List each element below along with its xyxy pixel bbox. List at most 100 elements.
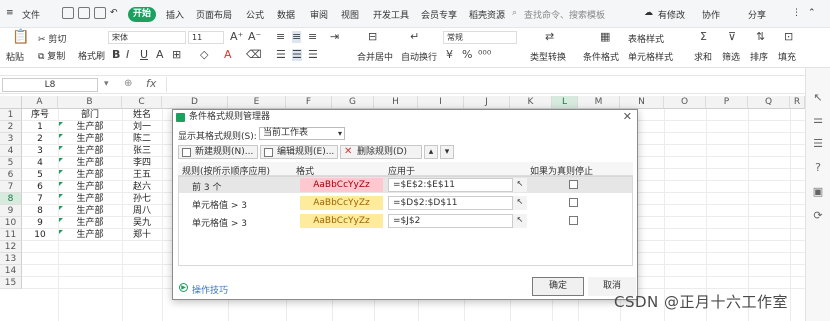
cell-seq[interactable]: 5 [22, 169, 58, 181]
tab-docer[interactable]: 稻壳资源 [469, 8, 505, 21]
row-header[interactable]: 15 [0, 277, 22, 289]
cell-seq[interactable]: 10 [22, 229, 58, 241]
clear-format-icon[interactable]: ⌫ [246, 49, 262, 61]
column-header[interactable]: F [286, 96, 332, 109]
cell-name[interactable]: 周八 [122, 205, 162, 217]
indent-icon[interactable]: ⇥ [330, 31, 339, 43]
format-painter-button[interactable]: 格式刷 [78, 49, 105, 62]
tab-data[interactable]: 数据 [277, 8, 295, 21]
name-box[interactable]: L8 [2, 78, 98, 92]
column-header[interactable]: I [418, 96, 464, 109]
column-header[interactable]: M [578, 96, 620, 109]
row-header[interactable]: 4 [0, 145, 22, 157]
type-convert-button[interactable]: 类型转换 [530, 50, 566, 63]
column-header[interactable]: R [790, 96, 805, 109]
column-header[interactable]: D [162, 96, 228, 109]
row-header[interactable]: 1 [0, 109, 22, 121]
formula-input[interactable] [166, 77, 801, 92]
cell-dept[interactable]: 生产部 [58, 157, 122, 169]
number-format-select[interactable]: 常规 [443, 31, 517, 44]
cell-header-c[interactable]: 姓名 [122, 109, 162, 121]
show-rules-select[interactable]: 当前工作表 ▾ [259, 127, 345, 140]
tab-page-layout[interactable]: 页面布局 [196, 8, 232, 21]
align-top-icon[interactable]: ≡ [276, 31, 285, 43]
undo-icon[interactable]: ↶ [110, 8, 118, 18]
row-header[interactable]: 9 [0, 205, 22, 217]
close-icon[interactable]: ✕ [623, 110, 632, 124]
applies-to-input[interactable]: =$D$2:$D$11 [388, 196, 527, 210]
move-down-button[interactable]: ▾ [440, 145, 454, 159]
tab-developer[interactable]: 开发工具 [373, 8, 409, 21]
table-style-button[interactable]: 表格样式 [628, 32, 664, 45]
ok-button[interactable]: 确定 [532, 277, 584, 296]
cell-seq[interactable]: 2 [22, 133, 58, 145]
edit-rule-button[interactable]: 编辑规则(E)... [260, 145, 338, 159]
row-header[interactable]: 8 [0, 193, 22, 205]
tab-review[interactable]: 审阅 [310, 8, 328, 21]
range-select-button[interactable]: ↖ [512, 178, 527, 192]
rule-row[interactable]: 前 3 个 AaBbCcYyZz =$E$2:$E$11 ↖ [178, 177, 633, 193]
share-button[interactable]: 分享 [748, 8, 766, 21]
column-header[interactable]: N [620, 96, 664, 109]
fx-icon[interactable]: fx [146, 77, 156, 90]
wrap-text-button[interactable]: 自动换行 [401, 50, 437, 63]
font-grow-icon[interactable]: A⁺ [230, 31, 243, 43]
fill-icon[interactable]: ⊡ [784, 31, 793, 43]
cell-dept[interactable]: 生产部 [58, 229, 122, 241]
applies-to-input[interactable]: =$J$2 [388, 214, 527, 228]
border-icon[interactable]: ⊞ [172, 49, 181, 61]
cell-dept[interactable]: 生产部 [58, 169, 122, 181]
row-header[interactable]: 12 [0, 241, 22, 253]
cell-style-button[interactable]: 单元格样式 [628, 50, 673, 63]
column-header[interactable]: K [510, 96, 552, 109]
tab-formula[interactable]: 公式 [246, 8, 264, 21]
percent-icon[interactable]: % [462, 49, 472, 61]
font-color-icon[interactable]: A [224, 49, 232, 61]
merge-icon[interactable]: ⊟ [368, 31, 377, 43]
tab-start[interactable]: 开始 [128, 7, 156, 22]
sum-button[interactable]: 求和 [694, 50, 712, 63]
more-icon[interactable]: ⋮ [792, 8, 801, 18]
cell-seq[interactable]: 3 [22, 145, 58, 157]
sum-icon[interactable]: Σ [700, 31, 707, 43]
thousands-icon[interactable]: ⁰⁰⁰ [478, 49, 491, 61]
sort-icon[interactable]: ⇅ [756, 31, 765, 43]
cell-seq[interactable]: 9 [22, 217, 58, 229]
cell-dept[interactable]: 生产部 [58, 145, 122, 157]
cell-dept[interactable]: 生产部 [58, 133, 122, 145]
font-select[interactable]: 宋体 [108, 31, 186, 44]
convert-icon[interactable]: ⇄ [545, 31, 554, 43]
cell-seq[interactable]: 4 [22, 157, 58, 169]
row-header[interactable]: 7 [0, 181, 22, 193]
cell-header-a[interactable]: 序号 [22, 109, 58, 121]
collab-button[interactable]: 协作 [702, 8, 720, 21]
rule-row[interactable]: 单元格值 > 3 AaBbCcYyZz =$D$2:$D$11 ↖ [178, 195, 633, 211]
column-header[interactable]: A [22, 96, 58, 109]
range-select-button[interactable]: ↖ [512, 196, 527, 210]
column-header[interactable]: G [332, 96, 374, 109]
cond-format-icon[interactable]: ▦ [600, 31, 610, 43]
font-shrink-icon[interactable]: A⁻ [248, 31, 261, 43]
italic-icon[interactable]: I [126, 49, 129, 61]
row-header[interactable]: 6 [0, 169, 22, 181]
column-header[interactable]: C [122, 96, 162, 109]
print-icon[interactable] [94, 7, 106, 19]
cell-seq[interactable]: 8 [22, 205, 58, 217]
select-all-corner[interactable] [0, 96, 22, 109]
cell-name[interactable]: 王五 [122, 169, 162, 181]
filter-icon[interactable]: ⊽ [728, 31, 736, 43]
zoom-icon[interactable]: ⊕ [124, 78, 132, 89]
cell-name[interactable]: 赵六 [122, 181, 162, 193]
row-header[interactable]: 3 [0, 133, 22, 145]
column-header[interactable]: O [664, 96, 706, 109]
cell-dept[interactable]: 生产部 [58, 217, 122, 229]
stop-if-true-checkbox[interactable] [569, 180, 578, 189]
row-header[interactable]: 11 [0, 229, 22, 241]
cell-dept[interactable]: 生产部 [58, 205, 122, 217]
cursor-icon[interactable]: ↖ [812, 92, 824, 104]
align-center-icon[interactable]: ☰ [292, 49, 302, 61]
cell-name[interactable]: 孙七 [122, 193, 162, 205]
cell-name[interactable]: 李四 [122, 157, 162, 169]
cell-seq[interactable]: 7 [22, 193, 58, 205]
align-right-icon[interactable]: ☰ [308, 49, 318, 61]
